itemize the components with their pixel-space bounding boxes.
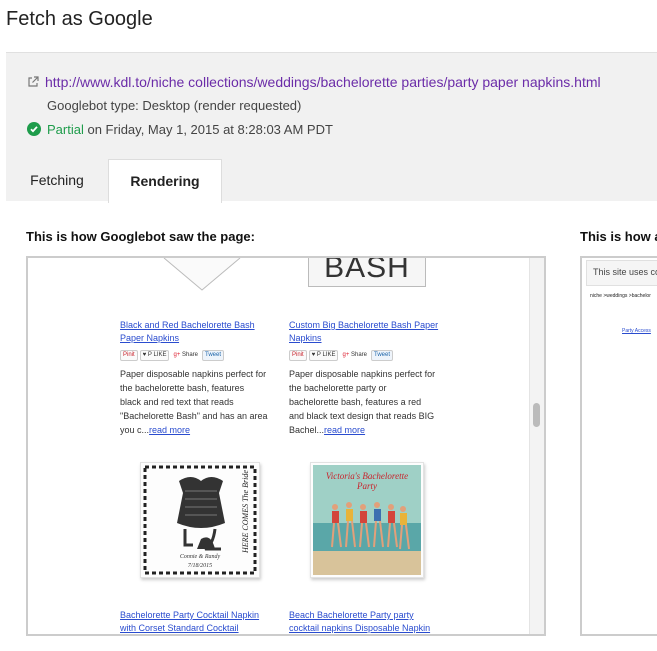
googlebot-render-frame[interactable]: BASH Black and Red Bachelorette Bash Pap… bbox=[26, 256, 546, 636]
tweet-button[interactable]: Tweet bbox=[371, 350, 394, 361]
frame-scrollbar[interactable] bbox=[529, 258, 544, 634]
desc-line: and black text design that reads BIG bbox=[289, 411, 435, 421]
beach-napkin-image[interactable]: Victoria's Bachelorette Party bbox=[310, 462, 424, 578]
product-title-line[interactable]: Napkins bbox=[289, 332, 449, 345]
product-title-line[interactable]: Custom Big Bachelorette Bash Paper bbox=[289, 319, 449, 332]
corset-side-text: HERE COMES The Bride bbox=[239, 470, 255, 555]
desc-line: the bachelorette party or bbox=[289, 383, 387, 393]
cookie-banner: This site uses co bbox=[586, 260, 657, 286]
here-comes-the-bride-text: HERE COMES The Bride bbox=[241, 470, 250, 553]
product-title-line[interactable]: Bachelorette Party Cocktail Napkin bbox=[120, 609, 280, 622]
pinit-button[interactable]: Pinit bbox=[289, 350, 307, 361]
scroll-thumb[interactable] bbox=[533, 403, 540, 427]
product-card: Bachelorette Party Cocktail Napkin with … bbox=[120, 609, 280, 634]
external-link-icon[interactable] bbox=[27, 75, 39, 87]
desc-line: black and red text that reads bbox=[120, 397, 234, 407]
visitor-render-frame[interactable]: This site uses co niche >weddings >bache… bbox=[580, 256, 657, 636]
product-title-line[interactable]: Black and Red Bachelorette Bash bbox=[120, 319, 280, 332]
party-accessories-link[interactable]: Party Access bbox=[622, 328, 651, 334]
visitor-view-label: This is how a bbox=[580, 229, 657, 244]
read-more-link[interactable]: read more bbox=[149, 425, 190, 435]
tab-fetching[interactable]: Fetching bbox=[6, 159, 108, 201]
googlebot-type: Googlebot type: Desktop (render requeste… bbox=[47, 98, 302, 113]
read-more-link[interactable]: read more bbox=[324, 425, 365, 435]
googlebot-view-label: This is how Googlebot saw the page: bbox=[26, 229, 255, 244]
share-label: Share bbox=[182, 352, 199, 358]
product-title-link[interactable]: Custom Big Bachelorette Bash Paper Napki… bbox=[289, 319, 449, 345]
product-description: Paper disposable napkins perfect for the… bbox=[289, 367, 449, 437]
product-description: Paper disposable napkins perfect for the… bbox=[120, 367, 280, 437]
bash-napkin-image[interactable]: BASH bbox=[308, 258, 426, 287]
desc-line: Paper disposable napkins perfect for bbox=[120, 369, 267, 379]
product-card: Custom Big Bachelorette Bash Paper Napki… bbox=[289, 319, 449, 437]
status-badge: Partial bbox=[47, 122, 84, 137]
like-button[interactable]: ♥ P LIKE bbox=[139, 350, 170, 361]
product-title-line[interactable]: Beach Bachelorette Party party bbox=[289, 609, 449, 622]
fetched-url-link[interactable]: http://www.kdl.to/niche collections/wedd… bbox=[45, 74, 601, 90]
product-title-line[interactable]: with Corset Standard Cocktail bbox=[120, 622, 280, 634]
check-circle-icon bbox=[27, 122, 41, 136]
product-title-link[interactable]: Bachelorette Party Cocktail Napkin with … bbox=[120, 609, 280, 634]
share-buttons: Pinit ♥ P LIKE g+ Share Tweet bbox=[289, 347, 449, 361]
share-buttons: Pinit ♥ P LIKE g+ Share Tweet bbox=[120, 347, 280, 361]
product-card: Black and Red Bachelorette Bash Paper Na… bbox=[120, 319, 280, 437]
product-card: Beach Bachelorette Party party cocktail … bbox=[289, 609, 449, 634]
gplus-share-button[interactable]: g+ Share bbox=[340, 351, 369, 360]
product-title-link[interactable]: Black and Red Bachelorette Bash Paper Na… bbox=[120, 319, 280, 345]
fetch-info-panel: http://www.kdl.to/niche collections/wedd… bbox=[6, 52, 657, 203]
product-title-line[interactable]: Paper Napkins bbox=[120, 332, 280, 345]
like-button[interactable]: ♥ P LIKE bbox=[308, 350, 339, 361]
breadcrumb: niche >weddings >bachelor bbox=[590, 293, 651, 299]
url-row: http://www.kdl.to/niche collections/wedd… bbox=[27, 74, 601, 90]
beach-subtitle-line: Party bbox=[357, 481, 377, 491]
corset-napkin-image[interactable]: HERE COMES The Bride Connie & Randy 7/18… bbox=[140, 462, 260, 578]
diamond-graphic bbox=[163, 258, 241, 291]
tweet-button[interactable]: Tweet bbox=[202, 350, 225, 361]
couple-names: Connie & Randy bbox=[179, 554, 221, 560]
page-title: Fetch as Google bbox=[6, 8, 153, 30]
share-label: Share bbox=[351, 352, 368, 358]
gplus-icon: g+ bbox=[173, 352, 181, 358]
product-title-link[interactable]: Beach Bachelorette Party party cocktail … bbox=[289, 609, 449, 634]
desc-line: "Bachelorette Bash" and has an area bbox=[120, 411, 268, 421]
desc-line: Paper disposable napkins perfect for bbox=[289, 369, 436, 379]
fetch-status: Partial on Friday, May 1, 2015 at 8:28:0… bbox=[27, 122, 333, 137]
beach-title-line: Victoria's Bachelorette bbox=[325, 471, 409, 481]
desc-line: Bachel... bbox=[289, 425, 325, 435]
desc-line: you c... bbox=[120, 425, 150, 435]
pinit-button[interactable]: Pinit bbox=[120, 350, 138, 361]
gplus-icon: g+ bbox=[342, 352, 350, 358]
tab-rendering[interactable]: Rendering bbox=[108, 159, 222, 203]
gplus-share-button[interactable]: g+ Share bbox=[171, 351, 200, 360]
product-title-line[interactable]: cocktail napkins Disposable Napkin bbox=[289, 622, 449, 634]
corset-names: Connie & Randy 7/18/2015 bbox=[141, 553, 259, 571]
desc-line: bachelorette bash, features a red bbox=[289, 397, 422, 407]
wedding-date: 7/18/2015 bbox=[187, 563, 213, 569]
bash-text: BASH bbox=[324, 258, 410, 284]
status-date: on Friday, May 1, 2015 at 8:28:03 AM PDT bbox=[83, 122, 333, 137]
result-tabs: Fetching Rendering bbox=[6, 159, 657, 203]
desc-line: the bachelorette bash, features bbox=[120, 383, 245, 393]
beach-title: Victoria's Bachelorette Party bbox=[311, 471, 423, 491]
